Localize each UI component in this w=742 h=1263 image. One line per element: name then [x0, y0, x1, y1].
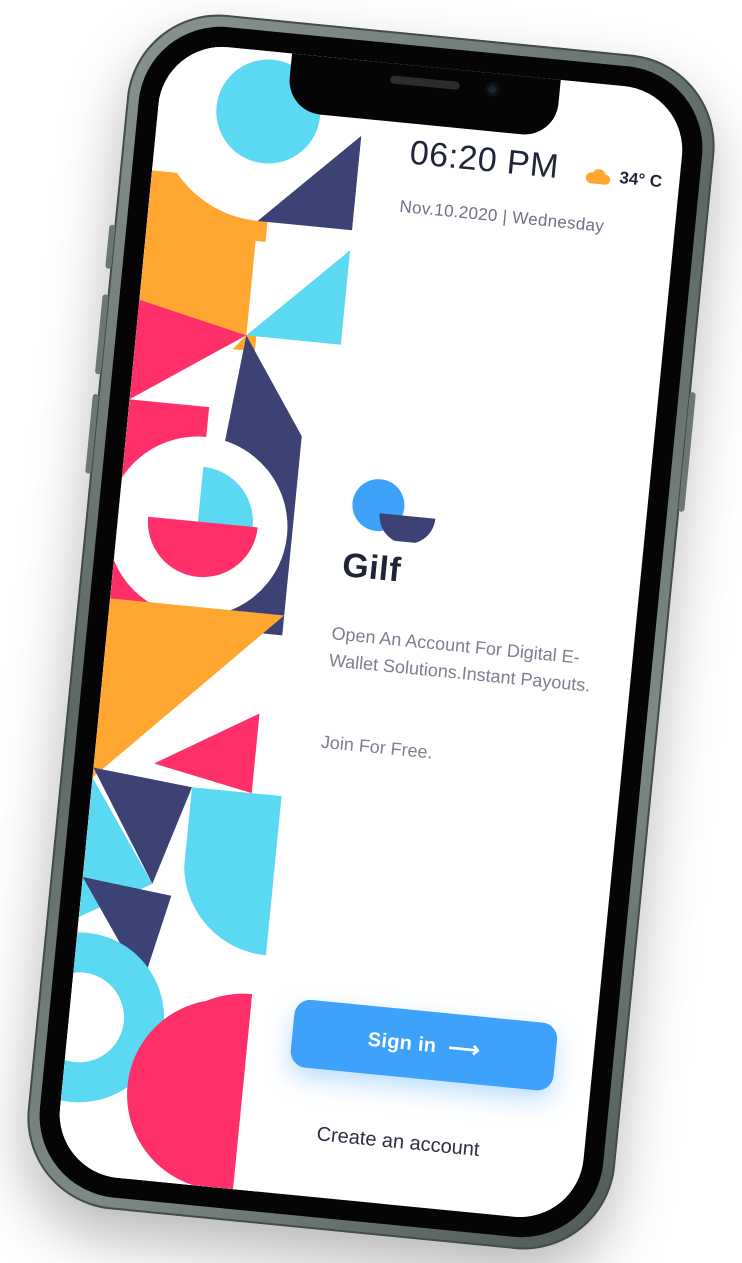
arrow-right-icon: ⟶ — [447, 1034, 482, 1063]
sign-in-label: Sign in — [366, 1028, 438, 1057]
clock-time: 06:20 PM — [408, 133, 561, 187]
date-label: Nov.10.2020 | Wednesday — [398, 196, 606, 236]
temperature-label: 34° C — [618, 168, 663, 192]
gilf-logo-icon — [352, 479, 436, 544]
front-camera — [484, 81, 501, 97]
stage: 06:20 PM 34° C Nov.10.2020 | Wednesday G… — [0, 0, 742, 1263]
app-description: Open An Account For Digital E-Wallet Sol… — [328, 623, 592, 696]
app-name: Gilf — [340, 545, 403, 590]
phone-device: 06:20 PM 34° C Nov.10.2020 | Wednesday G… — [18, 6, 724, 1258]
join-text: Join For Free. — [320, 731, 434, 763]
create-account-link[interactable]: Create an account — [316, 1123, 481, 1162]
weather-widget: 34° C — [583, 165, 663, 193]
app-screen: 06:20 PM 34° C Nov.10.2020 | Wednesday G… — [53, 41, 689, 1223]
sign-in-button[interactable]: Sign in ⟶ — [289, 998, 559, 1092]
cloud-icon — [585, 169, 611, 185]
speaker-grille — [389, 75, 461, 91]
